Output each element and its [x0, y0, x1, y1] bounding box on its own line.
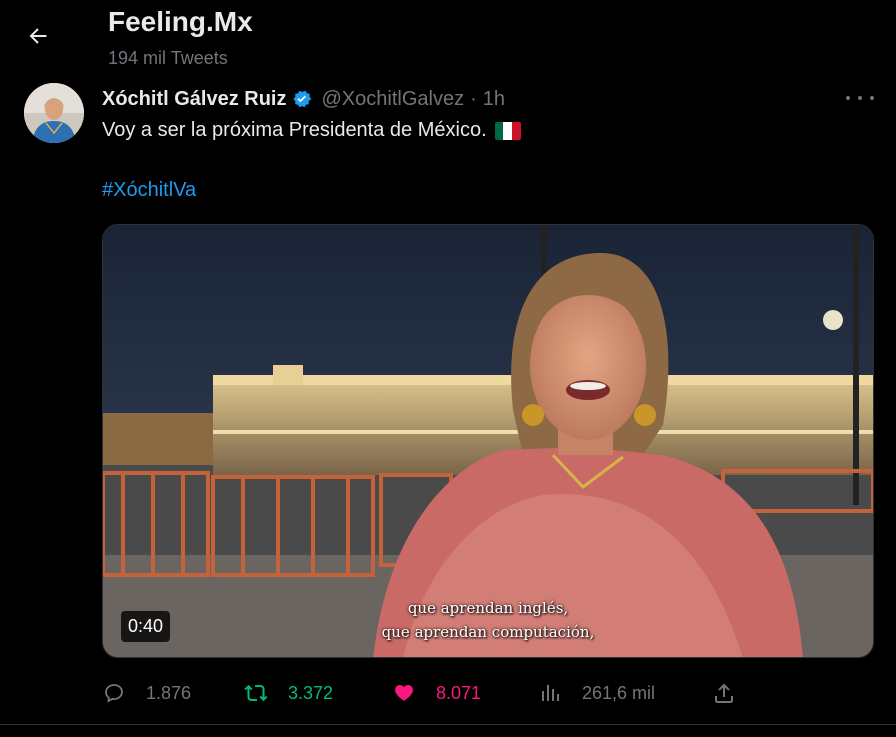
divider [0, 724, 896, 725]
video-player[interactable]: 0:40 que aprendan inglés, que aprendan c… [102, 224, 874, 658]
display-name[interactable]: Xóchitl Gálvez Ruiz [102, 88, 286, 111]
handle[interactable]: @XochitlGalvez [321, 88, 464, 111]
tweet-count: 194 mil Tweets [108, 48, 228, 68]
retweet-button[interactable]: 3.372 [244, 676, 333, 710]
tweet-text: Voy a ser la próxima Presidenta de Méxic… [102, 119, 521, 142]
analytics-bars-icon [542, 685, 559, 701]
more-options-button[interactable] [846, 86, 874, 110]
video-frame [103, 225, 873, 657]
like-button[interactable]: 8.071 [392, 676, 481, 710]
more-dot-icon [846, 96, 850, 100]
share-button[interactable] [712, 676, 736, 710]
hashtag-link[interactable]: #XóchitlVa [102, 179, 196, 202]
profile-header: Feeling.Mx 194 mil Tweets [0, 0, 896, 80]
tweet-text-content: Voy a ser la próxima Presidenta de Méxic… [102, 119, 487, 141]
retweet-count: 3.372 [288, 682, 334, 703]
subtitle-line-1: que aprendan inglés, [407, 599, 569, 617]
more-dot-icon [858, 96, 862, 100]
share-upload-icon [715, 683, 733, 703]
timestamp[interactable]: 1h [483, 88, 505, 111]
verified-badge-icon [293, 90, 312, 108]
reply-icon [105, 684, 123, 703]
mexico-flag-icon [494, 121, 521, 140]
views-button[interactable]: 261,6 mil [538, 676, 655, 710]
back-button[interactable] [18, 16, 58, 56]
account-name: Feeling.Mx [108, 6, 253, 37]
reply-count: 1.876 [146, 682, 192, 703]
tweet-header: Xóchitl Gálvez Ruiz @XochitlGalvez · 1h [102, 85, 505, 113]
avatar[interactable] [24, 83, 84, 143]
subtitle-line-2: que aprendan computación, [381, 623, 595, 641]
heart-icon [395, 684, 413, 701]
arrow-left-icon [29, 28, 47, 44]
more-dot-icon [870, 96, 874, 100]
separator-dot: · [470, 87, 477, 110]
retweet-icon [244, 684, 268, 702]
tweet-actions: 1.876 3.372 8.071 261,6 mil [102, 676, 742, 710]
like-count: 8.071 [436, 682, 482, 703]
views-count: 261,6 mil [582, 682, 656, 703]
reply-button[interactable]: 1.876 [102, 676, 191, 710]
